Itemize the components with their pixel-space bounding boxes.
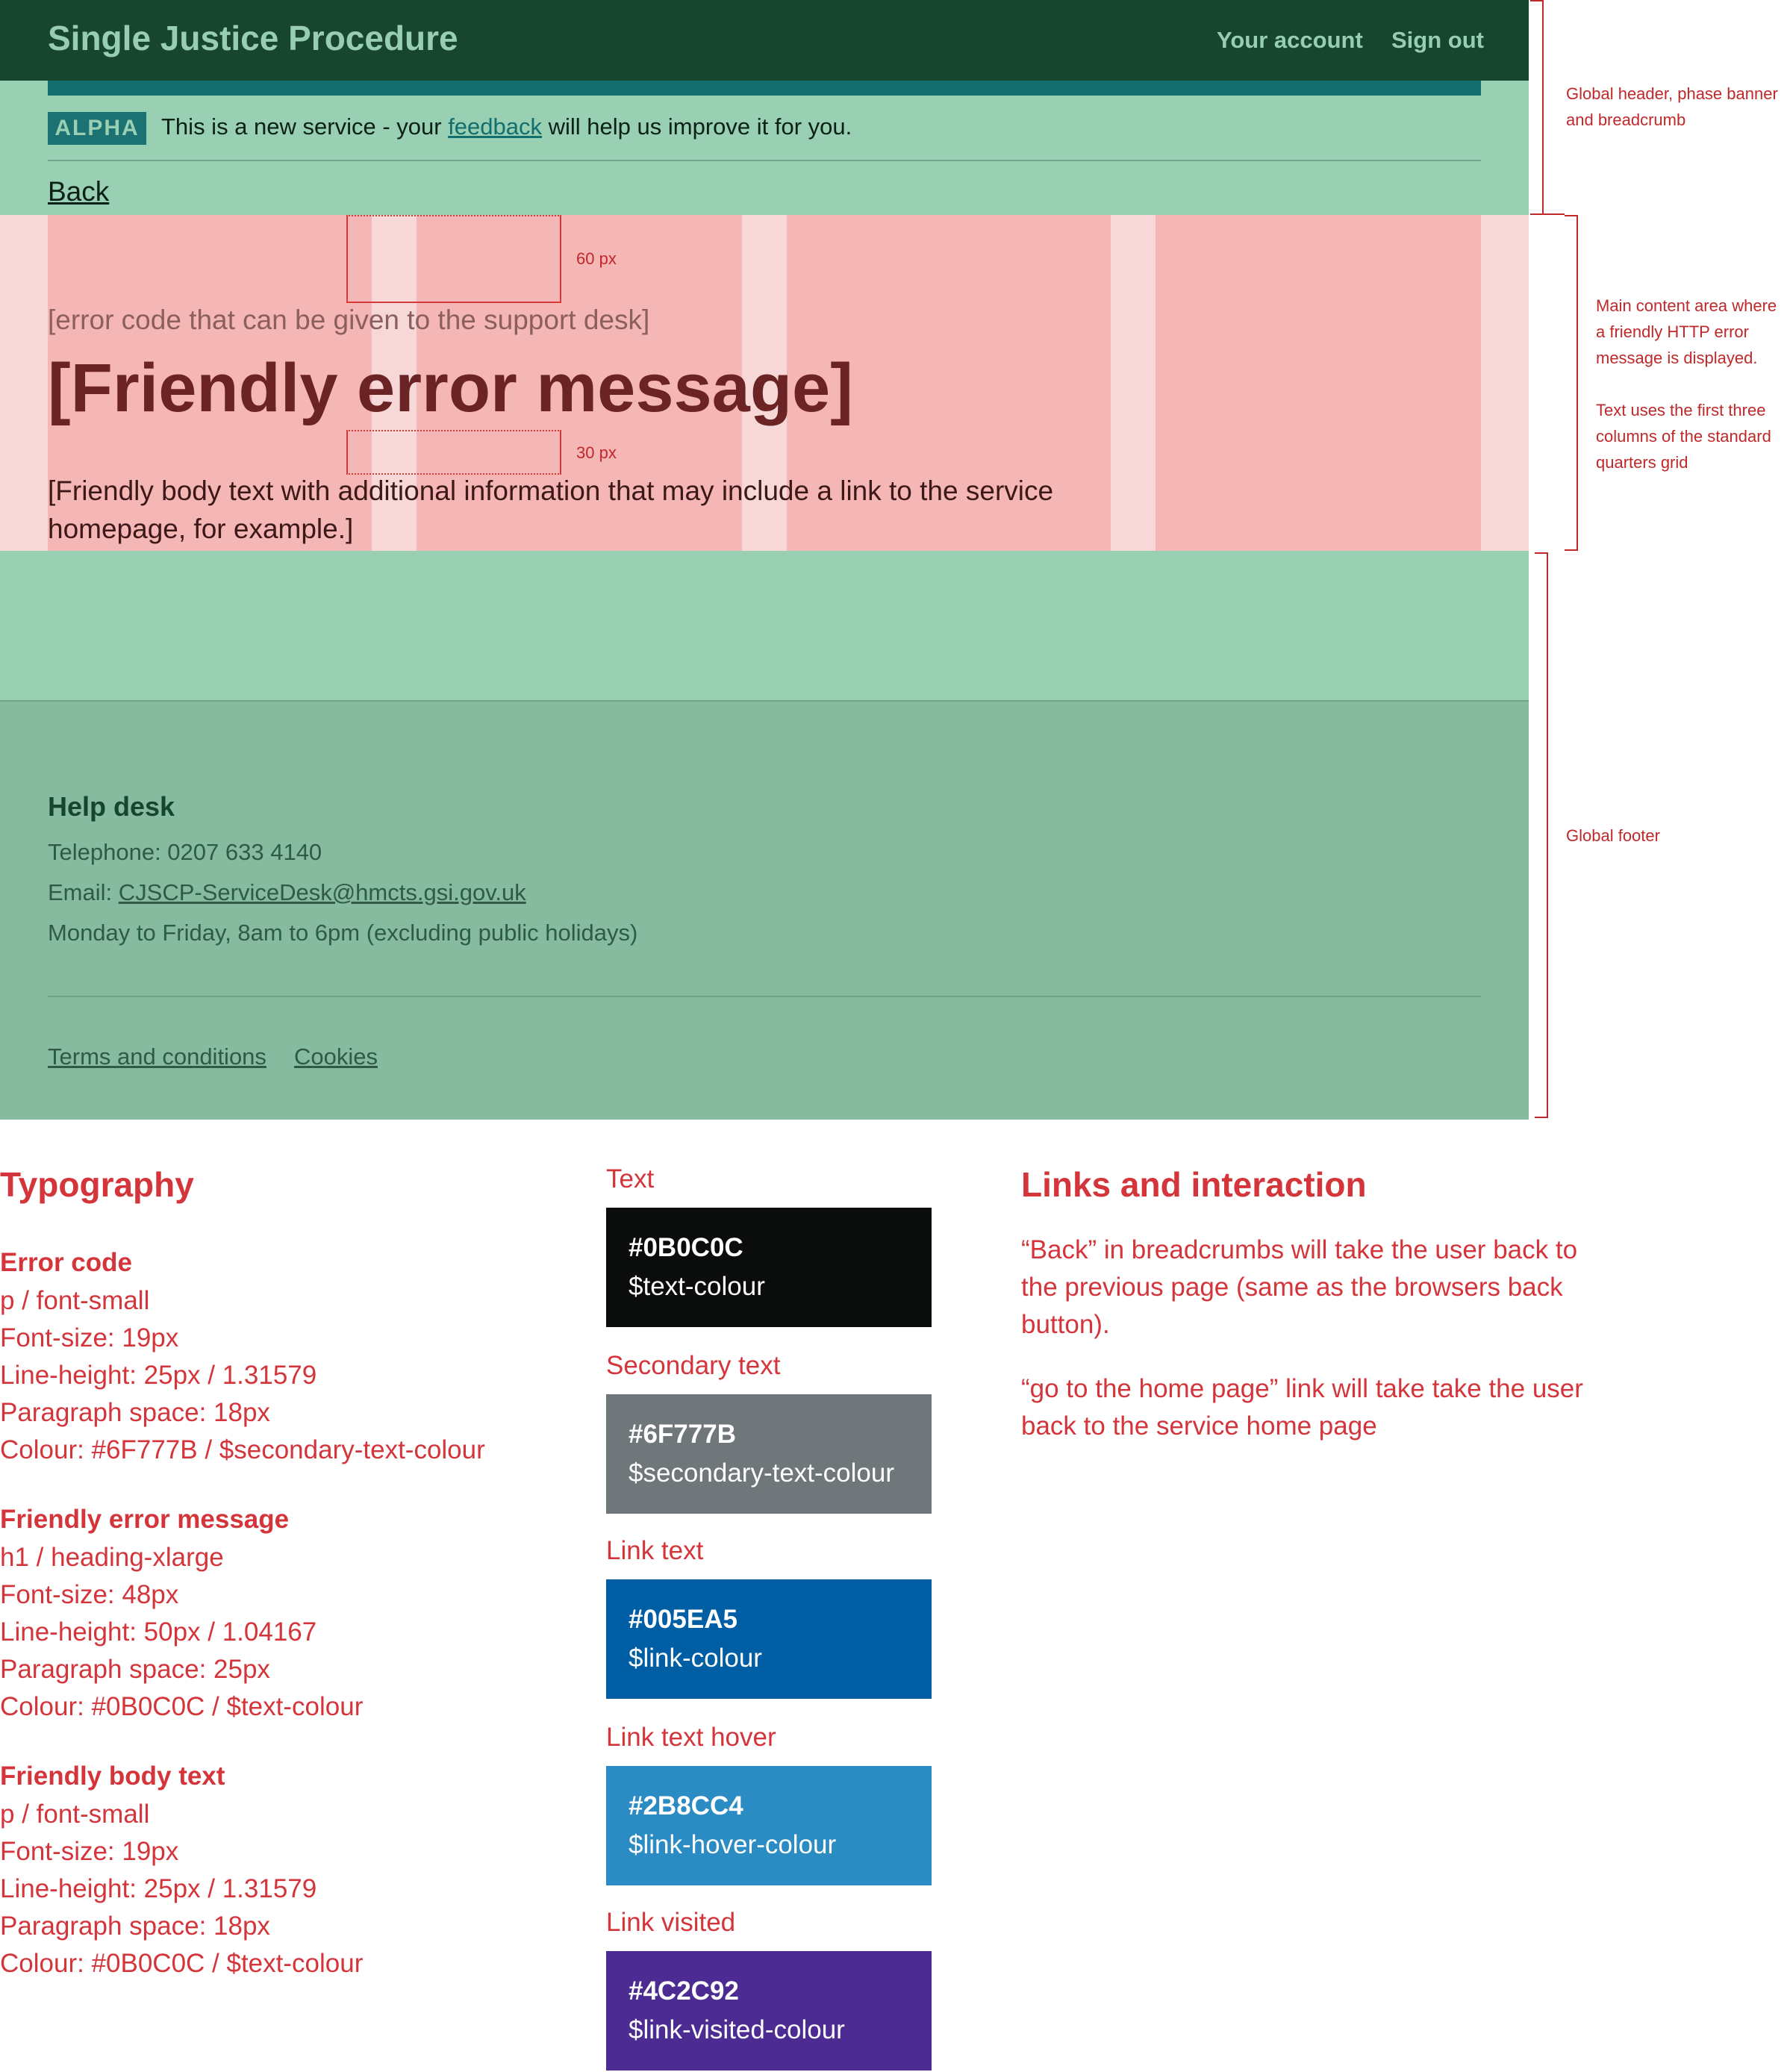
typography-line: Colour: #0B0C0C / $text-colour: [0, 1692, 364, 1721]
annotation-header: Global header, phase banner and breadcru…: [1566, 84, 1778, 129]
annotation-main-grid: Text uses the first three columns of the…: [1596, 401, 1771, 472]
typography-line: Font-size: 19px: [0, 1837, 179, 1866]
phase-banner-text-after: will help us improve it for you.: [548, 113, 852, 140]
footer-divider: [48, 996, 1481, 997]
typography-line: Colour: #0B0C0C / $text-colour: [0, 1949, 364, 1978]
swatch-hex: #6F777B: [629, 1420, 736, 1449]
spacing-indicator-30: [346, 430, 561, 475]
footer-bracket: [1535, 552, 1548, 1118]
phase-banner-divider: [48, 160, 1481, 161]
helpdesk-hours: Monday to Friday, 8am to 6pm (excluding …: [48, 920, 638, 946]
typography-heading: Typography: [0, 1165, 194, 1204]
annotation-main: Main content area where a friendly HTTP …: [1596, 296, 1777, 367]
typography-line: p / font-small: [0, 1286, 150, 1315]
phase-banner-text-before: This is a new service - your: [161, 113, 442, 140]
links-note: “go to the home page” link will take tak…: [1021, 1374, 1583, 1441]
grid-column-4: [1156, 215, 1481, 551]
swatch-variable: $text-colour: [629, 1272, 765, 1301]
links-interaction-heading: Links and interaction: [1021, 1165, 1367, 1204]
typography-line: h1 / heading-xlarge: [0, 1543, 224, 1572]
spacing-label-60: 60 px: [576, 249, 617, 268]
main-bracket: [1565, 215, 1578, 551]
service-name-link[interactable]: Single Justice Procedure: [48, 18, 458, 58]
links-interaction-notes: “Back” in breadcrumbs will take the user…: [1021, 1232, 1588, 1472]
error-heading: [Friendly error message]: [48, 350, 853, 426]
typography-block-title: Error code: [0, 1248, 132, 1277]
typography-body-text: Friendly body text p / font-small Font-s…: [0, 1757, 590, 1982]
helpdesk-title: Help desk: [48, 791, 175, 822]
colour-label-link-hover: Link text hover: [606, 1723, 776, 1752]
colour-label-link-visited: Link visited: [606, 1908, 736, 1937]
error-body-text: [Friendly body text with additional info…: [48, 475, 1054, 544]
typography-line: Line-height: 25px / 1.31579: [0, 1361, 317, 1390]
colour-swatch-secondary-text: #6F777B $secondary-text-colour: [606, 1394, 932, 1514]
typography-block-title: Friendly error message: [0, 1505, 290, 1534]
typography-line: Colour: #6F777B / $secondary-text-colour: [0, 1435, 485, 1464]
spacing-label-30: 30 px: [576, 443, 617, 462]
error-code: [error code that can be given to the sup…: [48, 305, 650, 335]
colour-label-text: Text: [606, 1164, 655, 1193]
links-note: “Back” in breadcrumbs will take the user…: [1021, 1235, 1578, 1339]
colour-label-link: Link text: [606, 1536, 704, 1565]
typography-line: Paragraph space: 18px: [0, 1912, 270, 1941]
swatch-hex: #0B0C0C: [629, 1233, 743, 1262]
colour-swatch-link: #005EA5 $link-colour: [606, 1579, 932, 1699]
typography-line: Font-size: 48px: [0, 1580, 179, 1609]
typography-line: Font-size: 19px: [0, 1323, 179, 1352]
typography-line: Paragraph space: 25px: [0, 1655, 270, 1684]
header-bracket-stem: [1544, 213, 1565, 215]
email-prefix: Email:: [48, 879, 113, 905]
typography-error-code: Error code p / font-small Font-size: 19p…: [0, 1243, 590, 1469]
cookies-link[interactable]: Cookies: [294, 1043, 378, 1070]
swatch-hex: #2B8CC4: [629, 1791, 743, 1820]
swatch-variable: $link-visited-colour: [629, 2015, 845, 2044]
back-link[interactable]: Back: [48, 176, 109, 207]
phase-banner-stripe: [48, 81, 1481, 96]
annotation-footer: Global footer: [1566, 826, 1660, 845]
typography-line: p / font-small: [0, 1800, 150, 1829]
helpdesk-email: Email: CJSCP-ServiceDesk@hmcts.gsi.gov.u…: [48, 879, 526, 906]
helpdesk-email-link[interactable]: CJSCP-ServiceDesk@hmcts.gsi.gov.uk: [119, 879, 526, 905]
typography-line: Line-height: 25px / 1.31579: [0, 1874, 317, 1903]
swatch-variable: $link-colour: [629, 1644, 762, 1673]
your-account-link[interactable]: Your account: [1217, 27, 1363, 54]
typography-line: Paragraph space: 18px: [0, 1398, 270, 1427]
typography-error-message: Friendly error message h1 / heading-xlar…: [0, 1500, 590, 1726]
sign-out-link[interactable]: Sign out: [1391, 27, 1484, 54]
swatch-hex: #005EA5: [629, 1605, 737, 1634]
feedback-link[interactable]: feedback: [448, 113, 542, 140]
swatch-variable: $link-hover-colour: [629, 1830, 837, 1859]
header-bracket: [1530, 0, 1544, 215]
typography-line: Line-height: 50px / 1.04167: [0, 1617, 317, 1647]
terms-and-conditions-link[interactable]: Terms and conditions: [48, 1043, 266, 1070]
phase-tag: ALPHA: [48, 112, 146, 145]
colour-swatch-link-hover: #2B8CC4 $link-hover-colour: [606, 1766, 932, 1885]
colour-swatch-link-visited: #4C2C92 $link-visited-colour: [606, 1951, 932, 2071]
swatch-variable: $secondary-text-colour: [629, 1458, 894, 1488]
colour-swatch-text: #0B0C0C $text-colour: [606, 1208, 932, 1327]
swatch-hex: #4C2C92: [629, 1976, 739, 2006]
colour-label-secondary-text: Secondary text: [606, 1351, 781, 1380]
phase-banner-text: This is a new service - your feedback wi…: [161, 113, 852, 140]
typography-block-title: Friendly body text: [0, 1761, 225, 1791]
error-page-mockup: Single Justice Procedure Your account Si…: [0, 0, 1529, 1120]
helpdesk-phone: Telephone: 0207 633 4140: [48, 839, 322, 865]
spacing-indicator-60: [346, 215, 561, 303]
